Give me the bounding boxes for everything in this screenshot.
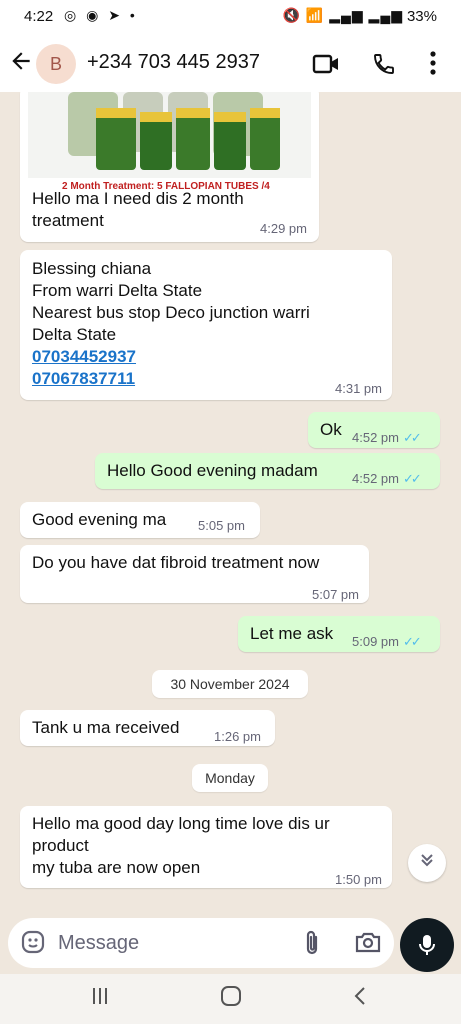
mic-icon bbox=[419, 935, 435, 955]
message-bubble[interactable]: Do you have dat fibroid treatment now 5:… bbox=[20, 545, 369, 603]
message-bubble[interactable]: Let me ask 5:09 pm ✓✓ bbox=[238, 616, 440, 652]
message-text: Do you have dat fibroid treatment now bbox=[32, 553, 320, 572]
notification-icons: ◎ ◉ ➤ • bbox=[64, 7, 138, 23]
message-bubble[interactable]: Tank u ma received 1:26 pm bbox=[20, 710, 275, 746]
message-bubble[interactable]: Hello Good evening madam 4:52 pm ✓✓ bbox=[95, 453, 440, 489]
message-input-box[interactable]: Message bbox=[8, 918, 394, 968]
message-text: Good evening ma bbox=[32, 510, 167, 529]
system-nav-bar bbox=[0, 974, 461, 1024]
status-bar: 4:22 ◎ ◉ ➤ • 🔇 📶 ▂▄▆ ▂▄▆ 33% bbox=[0, 0, 461, 36]
system-icons: 🔇 📶 ▂▄▆ ▂▄▆ bbox=[282, 7, 403, 23]
image-message[interactable]: 2 Month Treatment: 5 FALLOPIAN TUBES /4 … bbox=[20, 92, 319, 242]
camera-icon[interactable] bbox=[354, 929, 382, 960]
product-image[interactable]: 2 Month Treatment: 5 FALLOPIAN TUBES /4 bbox=[28, 92, 311, 192]
message-time: 4:29 pm bbox=[260, 221, 307, 236]
back-arrow-icon[interactable] bbox=[8, 48, 34, 81]
message-text: Hello ma I need dis 2 month treatment bbox=[32, 189, 244, 230]
message-bubble[interactable]: Good evening ma 5:05 pm bbox=[20, 502, 260, 538]
home-icon[interactable] bbox=[220, 984, 242, 1015]
chat-header: B +234 703 445 2937 bbox=[0, 36, 461, 92]
date-separator: Monday bbox=[192, 764, 268, 792]
phone-icon[interactable] bbox=[372, 52, 396, 81]
battery-level: 33% bbox=[406, 8, 437, 25]
message-text: Hello ma good day long time love dis ur … bbox=[32, 814, 330, 877]
mic-button[interactable] bbox=[400, 918, 454, 972]
more-vertical-icon[interactable] bbox=[428, 50, 438, 81]
message-text: Ok bbox=[320, 420, 342, 439]
composer: Message bbox=[0, 912, 461, 974]
message-bubble[interactable]: Hello ma good day long time love dis ur … bbox=[20, 806, 392, 888]
back-nav-icon[interactable] bbox=[352, 984, 368, 1015]
recents-icon[interactable] bbox=[90, 984, 110, 1015]
message-time: 5:05 pm bbox=[198, 518, 245, 533]
message-text: Let me ask bbox=[250, 624, 334, 643]
message-time: 5:07 pm bbox=[312, 587, 359, 602]
scroll-to-bottom-button[interactable] bbox=[408, 844, 446, 882]
contact-name[interactable]: +234 703 445 2937 bbox=[87, 51, 260, 74]
message-bubble[interactable]: Blessing chiana From warri Delta State N… bbox=[20, 250, 392, 400]
message-text: Blessing chiana From warri Delta State N… bbox=[32, 259, 310, 388]
chat-area[interactable]: 2 Month Treatment: 5 FALLOPIAN TUBES /4 … bbox=[0, 92, 461, 912]
message-meta: 5:09 pm ✓✓ bbox=[352, 634, 422, 649]
chevron-double-down-icon bbox=[419, 852, 435, 872]
phone-link[interactable]: 07067837711 bbox=[32, 369, 135, 388]
read-receipt-icon: ✓✓ bbox=[402, 471, 422, 486]
message-meta: 4:52 pm ✓✓ bbox=[352, 471, 422, 486]
video-call-icon[interactable] bbox=[312, 52, 340, 81]
message-bubble[interactable]: Ok 4:52 pm ✓✓ bbox=[308, 412, 440, 448]
message-input[interactable]: Message bbox=[58, 932, 139, 955]
date-separator: 30 November 2024 bbox=[152, 670, 308, 698]
message-time: 1:26 pm bbox=[214, 729, 261, 744]
status-time: 4:22 bbox=[24, 8, 54, 25]
read-receipt-icon: ✓✓ bbox=[402, 634, 422, 649]
message-meta: 4:52 pm ✓✓ bbox=[352, 430, 422, 445]
attach-icon[interactable] bbox=[300, 929, 324, 962]
message-time: 4:31 pm bbox=[335, 381, 382, 396]
message-text: Hello Good evening madam bbox=[107, 461, 318, 480]
read-receipt-icon: ✓✓ bbox=[402, 430, 422, 445]
phone-link[interactable]: 07034452937 bbox=[32, 347, 136, 366]
sticker-icon[interactable] bbox=[20, 929, 46, 960]
product-bottles-image bbox=[68, 92, 280, 170]
message-time: 1:50 pm bbox=[335, 872, 382, 887]
avatar[interactable]: B bbox=[36, 44, 76, 84]
message-text: Tank u ma received bbox=[32, 718, 180, 737]
